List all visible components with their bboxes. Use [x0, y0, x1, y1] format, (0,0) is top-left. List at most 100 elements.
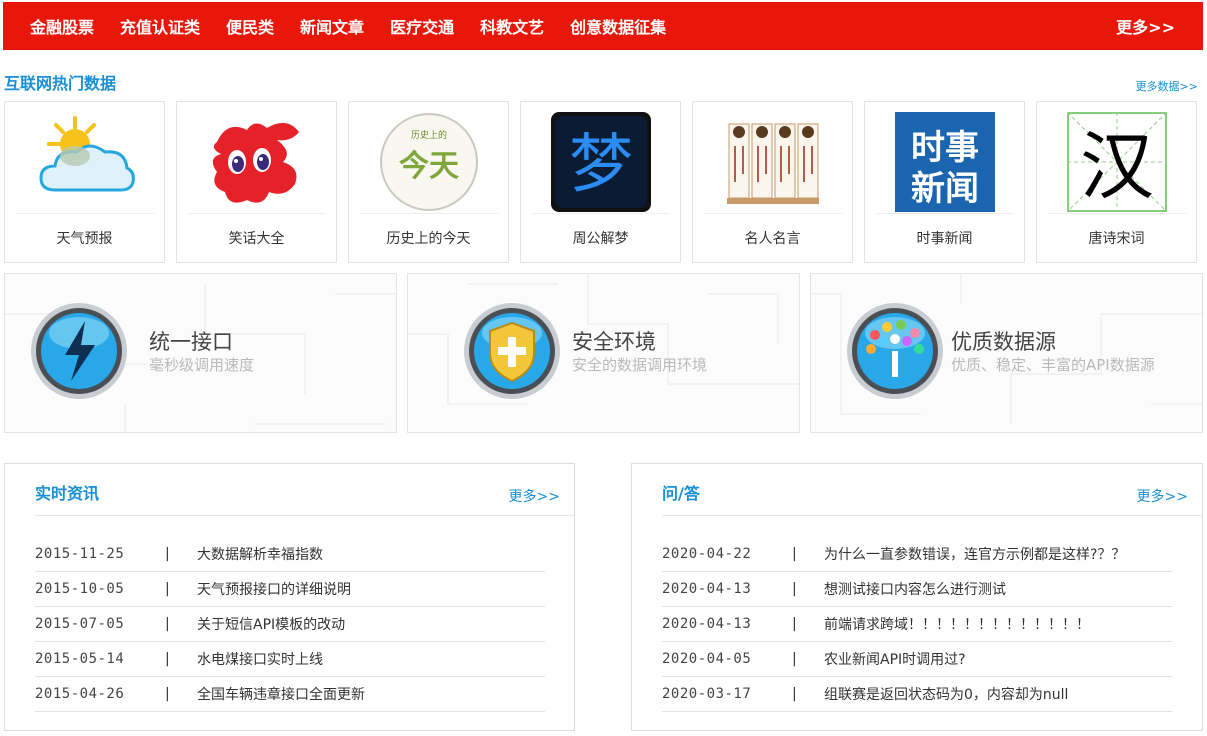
card-dream[interactable]: 梦 周公解梦	[520, 101, 681, 263]
history-badge-main: 今天	[399, 149, 459, 184]
row-title[interactable]: 想测试接口内容怎么进行测试	[824, 579, 1006, 599]
news-glyph-bottom: 新闻	[911, 169, 979, 209]
qa-row[interactable]: 2020-03-17 | 组联赛是返回状态码为0，内容却为null	[662, 677, 1172, 712]
feature-title: 优质数据源	[951, 330, 1056, 354]
feature-subtitle: 毫秒级调用速度	[149, 356, 255, 374]
poetry-icon: 汉	[1067, 112, 1167, 212]
news-row[interactable]: 2015-07-05 | 关于短信API模板的改动	[35, 607, 545, 642]
row-title[interactable]: 关于短信API模板的改动	[197, 614, 345, 634]
nav-item-news-articles[interactable]: 新闻文章	[300, 14, 364, 38]
row-title[interactable]: 前端请求跨域！！！！！！！！！！！！！	[824, 614, 1090, 634]
row-date: 2020-04-13	[662, 616, 752, 632]
history-badge-top: 历史上的	[411, 129, 447, 141]
news-row[interactable]: 2015-04-26 | 全国车辆违章接口全面更新	[35, 677, 545, 712]
history-today-icon: 历史上的 今天	[379, 112, 479, 212]
card-weather[interactable]: 天气预报	[4, 101, 165, 263]
nav-item-creative-data[interactable]: 创意数据征集	[570, 14, 666, 38]
joke-icon	[207, 112, 307, 212]
qa-list: 2020-04-22 | 为什么一直参数错误，连官方示例都是这样?？？ 2020-0…	[662, 537, 1172, 712]
row-date: 2015-07-05	[35, 616, 125, 632]
qa-row[interactable]: 2020-04-13 | 想测试接口内容怎么进行测试	[662, 572, 1172, 607]
qa-more-link[interactable]: 更多>>	[1137, 486, 1188, 506]
card-poetry[interactable]: 汉 唐诗宋词	[1036, 101, 1197, 263]
data-tree-orb-icon	[847, 303, 943, 399]
row-date: 2015-05-14	[35, 651, 125, 667]
feature-panels: 统一接口 毫秒级调用速度 安全环境 安全的数据调用环境 优质数据源 优质、稳定、…	[4, 273, 1203, 433]
row-date: 2015-10-05	[35, 581, 125, 597]
card-label: 天气预报	[56, 231, 113, 247]
row-separator: |	[165, 546, 170, 562]
card-divider	[359, 213, 498, 214]
nav-item-convenience[interactable]: 便民类	[226, 14, 274, 38]
row-title[interactable]: 水电煤接口实时上线	[197, 649, 323, 669]
nav-item-finance-stocks[interactable]: 金融股票	[30, 14, 94, 38]
card-history-today[interactable]: 历史上的 今天 历史上的今天	[348, 101, 509, 263]
feature-secure-env: 安全环境 安全的数据调用环境	[407, 273, 800, 433]
feature-title: 安全环境	[572, 330, 656, 354]
card-divider	[15, 213, 154, 214]
card-divider	[703, 213, 842, 214]
row-date: 2020-03-17	[662, 686, 752, 702]
qa-panel-title: 问/答	[662, 484, 700, 503]
card-famous-quotes[interactable]: 名人名言	[692, 101, 853, 263]
qa-panel: 问/答 更多>> 2020-04-22 | 为什么一直参数错误，连官方示例都是这样?…	[631, 463, 1203, 731]
app-card-grid: 天气预报 笑话大全 历史上的 今天 历史上的今天 梦 周公解梦 名人名言 时事 …	[4, 101, 1197, 263]
news-row[interactable]: 2015-05-14 | 水电煤接口实时上线	[35, 642, 545, 677]
lightning-orb-icon	[31, 303, 127, 399]
feature-unified-api: 统一接口 毫秒级调用速度	[4, 273, 397, 433]
row-separator: |	[792, 546, 797, 562]
panel-divider	[35, 515, 574, 516]
nav-more-link[interactable]: 更多>>	[1116, 14, 1175, 38]
row-title[interactable]: 天气预报接口的详细说明	[197, 579, 351, 599]
feature-title: 统一接口	[149, 330, 233, 354]
news-row[interactable]: 2015-10-05 | 天气预报接口的详细说明	[35, 572, 545, 607]
panel-divider	[662, 515, 1202, 516]
qa-row[interactable]: 2020-04-22 | 为什么一直参数错误，连官方示例都是这样?？？	[662, 537, 1172, 572]
nav-item-medical-transport[interactable]: 医疗交通	[390, 14, 454, 38]
poetry-glyph: 汉	[1080, 124, 1154, 210]
row-separator: |	[165, 651, 170, 667]
news-row[interactable]: 2015-11-25 | 大数据解析幸福指数	[35, 537, 545, 572]
nav-item-recharge-auth[interactable]: 充值认证类	[120, 14, 200, 38]
card-divider	[187, 213, 326, 214]
qa-row[interactable]: 2020-04-05 | 农业新闻API时调用过?	[662, 642, 1172, 677]
row-date: 2020-04-13	[662, 581, 752, 597]
row-date: 2015-11-25	[35, 546, 125, 562]
card-divider	[1047, 213, 1186, 214]
row-title[interactable]: 组联赛是返回状态码为0，内容却为null	[824, 684, 1068, 704]
card-label: 时事新闻	[916, 231, 973, 247]
news-more-link[interactable]: 更多>>	[509, 486, 560, 506]
row-title[interactable]: 农业新闻API时调用过?	[824, 649, 966, 669]
feature-subtitle: 优质、稳定、丰富的API数据源	[951, 356, 1155, 374]
card-jokes[interactable]: 笑话大全	[176, 101, 337, 263]
news-list: 2015-11-25 | 大数据解析幸福指数 2015-10-05 | 天气预报接口的详…	[35, 537, 545, 712]
row-separator: |	[792, 616, 797, 632]
row-title[interactable]: 全国车辆违章接口全面更新	[197, 684, 365, 704]
card-label: 笑话大全	[228, 231, 285, 247]
news-glyph-top: 时事	[911, 128, 979, 168]
shield-orb-icon	[464, 303, 560, 399]
row-separator: |	[792, 686, 797, 702]
row-title[interactable]: 大数据解析幸福指数	[197, 544, 323, 564]
row-date: 2015-04-26	[35, 686, 125, 702]
news-panel-title: 实时资讯	[35, 484, 100, 503]
top-nav: 金融股票 充值认证类 便民类 新闻文章 医疗交通 科教文艺 创意数据征集 更多>…	[3, 2, 1203, 50]
row-separator: |	[165, 581, 170, 597]
card-label: 历史上的今天	[386, 231, 471, 247]
row-title[interactable]: 为什么一直参数错误，连官方示例都是这样?？？	[824, 544, 1125, 564]
news-panel: 实时资讯 更多>> 2015-11-25 | 大数据解析幸福指数 2015-10-0…	[4, 463, 575, 731]
more-data-link[interactable]: 更多数据>>	[1136, 78, 1198, 94]
quotes-scroll-icon	[723, 112, 823, 212]
nav-item-science-arts[interactable]: 科教文艺	[480, 14, 544, 38]
news-icon: 时事 新闻	[895, 112, 995, 212]
feature-subtitle: 安全的数据调用环境	[572, 356, 708, 374]
qa-row[interactable]: 2020-04-13 | 前端请求跨域！！！！！！！！！！！！！	[662, 607, 1172, 642]
card-current-news[interactable]: 时事 新闻 时事新闻	[864, 101, 1025, 263]
weather-icon	[35, 112, 135, 212]
dream-glyph: 梦	[569, 128, 633, 202]
feature-quality-source: 优质数据源 优质、稳定、丰富的API数据源	[810, 273, 1203, 433]
row-date: 2020-04-05	[662, 651, 752, 667]
row-separator: |	[165, 616, 170, 632]
card-divider	[875, 213, 1014, 214]
card-label: 唐诗宋词	[1088, 231, 1145, 247]
